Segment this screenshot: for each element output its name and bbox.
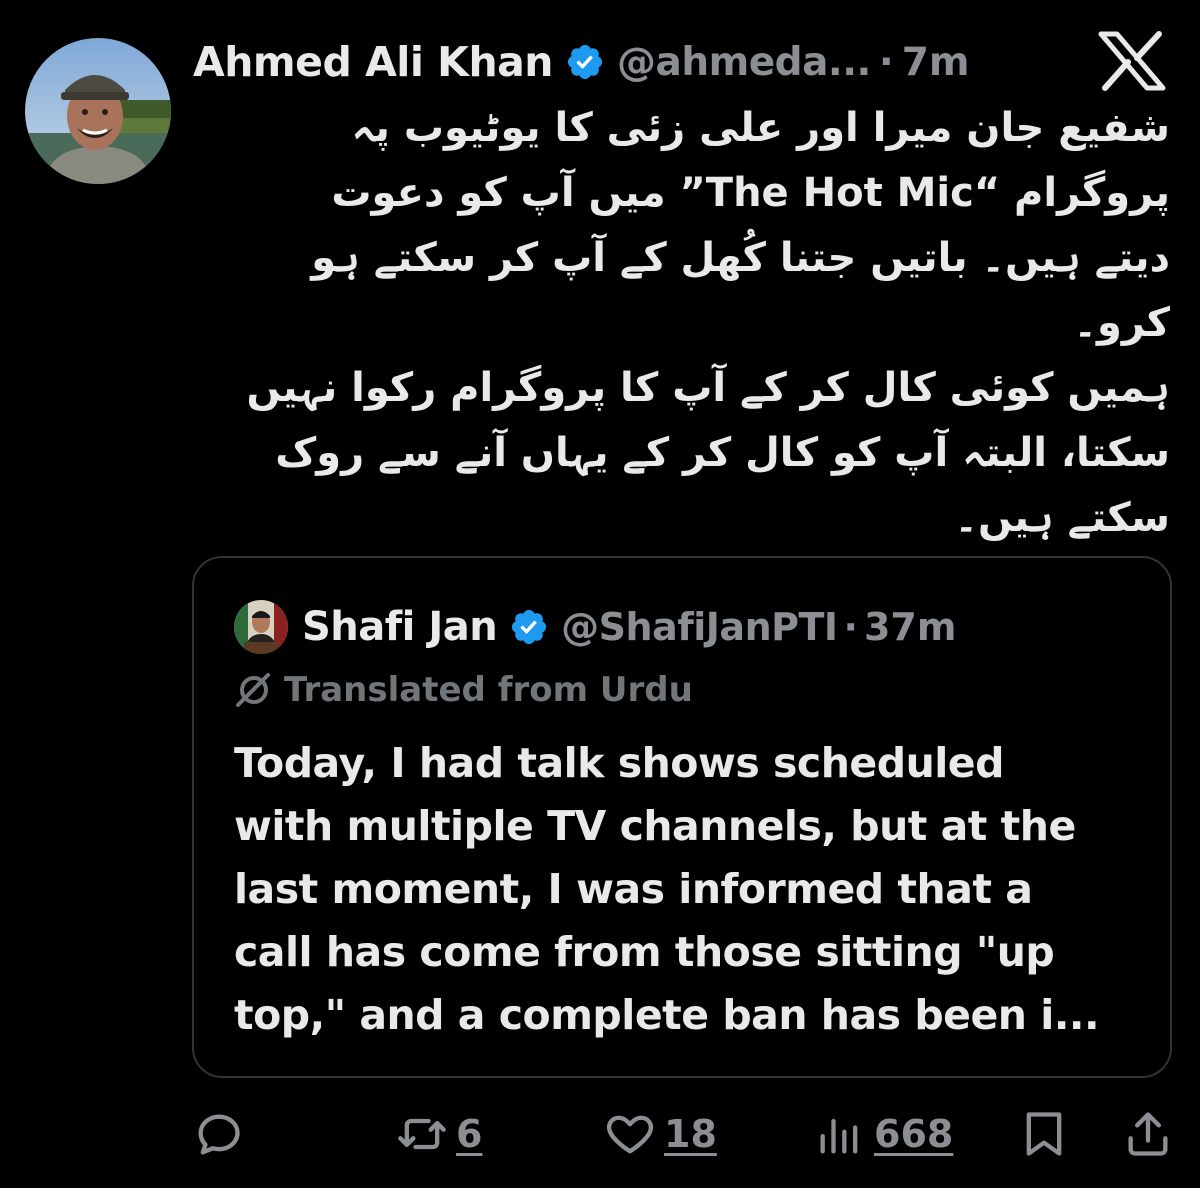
like-button[interactable]: 18 (604, 1106, 717, 1162)
reply-button[interactable] (192, 1106, 244, 1162)
heart-icon (606, 1115, 654, 1154)
share-icon (1128, 1112, 1168, 1156)
quoted-handle: @ShafiJanPTI (561, 605, 838, 649)
quoted-tweet-body: Today, I had talk shows scheduled with m… (234, 732, 1144, 1047)
tweet-body-line: دیتے ہیں۔ باتیں جتنا کُھل کے آپ کر سکتے … (311, 235, 1170, 281)
bookmark-icon (1026, 1112, 1062, 1156)
tweet-body-line: شفیع جان میرا اور علی زئی کا یوٹیوب پہ (351, 105, 1170, 151)
quoted-header-separator: · (843, 605, 858, 649)
views-icon (820, 1118, 858, 1154)
views-count: 668 (874, 1112, 954, 1156)
quoted-tweet-header: Shafi Jan @ShafiJanPTI · 37m (302, 598, 956, 656)
author-display-name[interactable]: Ahmed Ali Khan (193, 38, 554, 86)
verified-badge-icon (512, 609, 547, 645)
tweet-body-line: ہمیں کوئی کال کر کے آپ کا پروگرام رکوا ن… (246, 365, 1170, 411)
author-handle[interactable]: @ahmeda... (617, 40, 871, 85)
tweet-body-line: کرو۔ (1073, 300, 1170, 346)
quoted-body-line: Today, I had talk shows scheduled (234, 739, 1004, 787)
tweet-body-line: سکتے ہیں۔ (954, 495, 1171, 541)
tweet-time[interactable]: 7m (902, 40, 970, 85)
reply-icon (198, 1114, 240, 1155)
retweet-count: 6 (456, 1112, 483, 1156)
tweet-header: Ahmed Ali Khan @ahmeda... · 7m (193, 34, 1073, 90)
translate-icon (236, 673, 270, 707)
quoted-body-line: last moment, I was informed that a (234, 865, 1033, 913)
tweet-body-line: پروگرام “The Hot Mic” میں آپ کو دعوت (331, 170, 1170, 216)
verified-badge-icon (567, 44, 603, 80)
quoted-display-name: Shafi Jan (302, 604, 498, 650)
tweet[interactable]: Ahmed Ali Khan @ahmeda... · 7m شفیع جان … (0, 0, 1200, 1188)
bookmark-button[interactable] (1018, 1106, 1070, 1162)
x-logo-icon (1098, 31, 1166, 91)
tweet-actions-bar: 6 18 668 (0, 1100, 1200, 1170)
quoted-body-line: call has come from those sitting "up (234, 928, 1055, 976)
header-separator: · (878, 39, 894, 85)
share-button[interactable] (1122, 1106, 1174, 1162)
quoted-tweet-card[interactable]: Shafi Jan @ShafiJanPTI · 37m Translated … (192, 556, 1172, 1078)
quoted-tweet-time: 37m (863, 605, 957, 649)
like-count: 18 (664, 1112, 717, 1156)
retweet-icon (398, 1118, 446, 1150)
quoted-author-avatar (234, 600, 288, 654)
translated-from-label: Translated from Urdu (284, 670, 693, 710)
author-avatar[interactable] (25, 38, 171, 184)
tweet-body: شفیع جان میرا اور علی زئی کا یوٹیوب پہ پ… (190, 96, 1170, 551)
views-button[interactable]: 668 (814, 1106, 953, 1162)
quoted-body-line: with multiple TV channels, but at the (234, 802, 1076, 850)
translation-notice[interactable]: Translated from Urdu (234, 670, 693, 710)
tweet-body-line: سکتا، البتہ آپ کو کال کر کے یہاں آنے سے … (275, 430, 1170, 476)
retweet-button[interactable]: 6 (396, 1106, 482, 1162)
quoted-body-line: top," and a complete ban has been i... (234, 991, 1100, 1039)
